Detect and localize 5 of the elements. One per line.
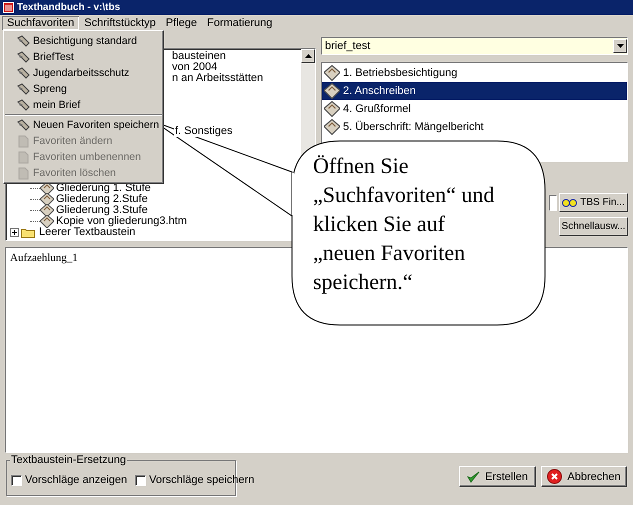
editor-text: Aufzaehlung_1	[10, 252, 78, 264]
window-title: Texthandbuch - v:\tbs	[17, 2, 120, 13]
checkbox-label: Vorschläge speichern	[149, 474, 254, 486]
group-title: Textbaustein-Ersetzung	[10, 454, 127, 466]
checkbox-label: Vorschläge anzeigen	[25, 474, 128, 486]
